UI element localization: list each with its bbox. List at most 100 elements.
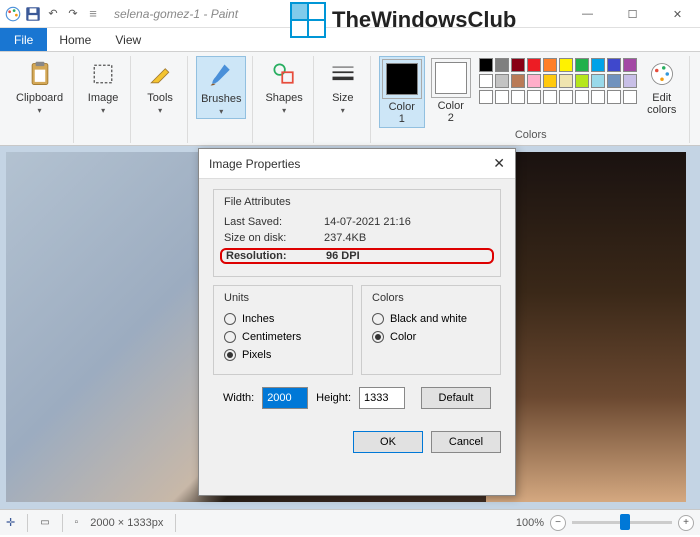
width-input[interactable]: 2000: [262, 387, 308, 409]
tools-button[interactable]: Tools ▾: [139, 56, 181, 117]
chevron-down-icon: ▾: [341, 106, 345, 115]
palette-swatch[interactable]: [591, 90, 605, 104]
last-saved-label: Last Saved:: [224, 216, 324, 228]
quick-access-toolbar: ↶ ↷ ≡: [0, 5, 106, 23]
dialog-close-button[interactable]: ✕: [493, 155, 505, 172]
palette-swatch[interactable]: [527, 90, 541, 104]
palette-swatch[interactable]: [607, 74, 621, 88]
color1-button[interactable]: Color 1: [379, 56, 425, 128]
palette-swatch[interactable]: [543, 90, 557, 104]
ok-button[interactable]: OK: [353, 431, 423, 453]
canvas-dimensions: 2000 × 1333px: [90, 517, 163, 529]
palette-swatch[interactable]: [511, 90, 525, 104]
palette-swatch[interactable]: [607, 58, 621, 72]
units-pixels-radio[interactable]: Pixels: [224, 346, 342, 364]
palette-swatch[interactable]: [479, 90, 493, 104]
palette-swatch[interactable]: [543, 58, 557, 72]
ribbon: Clipboard ▾ Image ▾ Tools ▾ Brushes: [0, 52, 700, 146]
edit-colors-button[interactable]: Edit colors: [641, 56, 683, 118]
file-menu[interactable]: File: [0, 28, 47, 51]
palette-swatch[interactable]: [559, 74, 573, 88]
zoom-slider[interactable]: [572, 521, 672, 524]
file-attributes-group: File Attributes Last Saved: 14-07-2021 2…: [213, 189, 501, 277]
size-on-disk-label: Size on disk:: [224, 232, 324, 244]
palette-swatch[interactable]: [623, 74, 637, 88]
save-icon[interactable]: [24, 5, 42, 23]
palette-swatch[interactable]: [495, 58, 509, 72]
chevron-down-icon: ▾: [101, 106, 105, 115]
size-icon: [327, 58, 359, 90]
window-title: selena-gomez-1 - Paint: [106, 7, 238, 21]
maximize-button[interactable]: ☐: [610, 0, 655, 28]
palette-swatch[interactable]: [495, 90, 509, 104]
palette-swatch[interactable]: [607, 90, 621, 104]
color-bw-radio[interactable]: Black and white: [372, 310, 490, 328]
size-button[interactable]: Size ▾: [322, 56, 364, 117]
palette-swatch[interactable]: [511, 74, 525, 88]
chevron-down-icon: ▾: [38, 106, 42, 115]
palette-swatch[interactable]: [575, 74, 589, 88]
home-tab[interactable]: Home: [47, 28, 103, 51]
color-color-radio[interactable]: Color: [372, 328, 490, 346]
shapes-button[interactable]: Shapes ▾: [261, 56, 306, 117]
palette-swatch[interactable]: [543, 74, 557, 88]
palette-swatch[interactable]: [479, 74, 493, 88]
palette-swatch[interactable]: [511, 58, 525, 72]
edit-colors-icon: [646, 58, 678, 90]
zoom-in-button[interactable]: +: [678, 515, 694, 531]
status-bar: ✛ ▭ ▫ 2000 × 1333px 100% − +: [0, 509, 700, 535]
watermark-logo-icon: [290, 2, 326, 38]
units-centimeters-radio[interactable]: Centimeters: [224, 328, 342, 346]
height-input[interactable]: 1333: [359, 387, 405, 409]
clipboard-button[interactable]: Clipboard ▾: [12, 56, 67, 117]
units-group: Units Inches Centimeters Pixels: [213, 285, 353, 375]
view-tab[interactable]: View: [103, 28, 153, 51]
brushes-button[interactable]: Brushes ▾: [196, 56, 246, 119]
canvas-size-icon: ▫: [75, 517, 79, 528]
select-icon: [87, 58, 119, 90]
palette-swatch[interactable]: [479, 58, 493, 72]
image-properties-dialog: Image Properties ✕ File Attributes Last …: [198, 148, 516, 496]
qat-dropdown-icon[interactable]: ≡: [84, 5, 102, 23]
palette-swatch[interactable]: [495, 74, 509, 88]
size-on-disk-value: 237.4KB: [324, 232, 490, 244]
undo-icon[interactable]: ↶: [44, 5, 62, 23]
redo-icon[interactable]: ↷: [64, 5, 82, 23]
image-button[interactable]: Image ▾: [82, 56, 124, 117]
close-button[interactable]: ✕: [655, 0, 700, 28]
cancel-button[interactable]: Cancel: [431, 431, 501, 453]
colors-group: Colors Black and white Color: [361, 285, 501, 375]
chevron-down-icon: ▾: [282, 106, 286, 115]
palette-swatch[interactable]: [591, 58, 605, 72]
colors-label: Colors: [372, 292, 490, 304]
color2-button[interactable]: Color 2: [427, 56, 475, 126]
brush-icon: [205, 59, 237, 91]
pencil-icon: [144, 58, 176, 90]
palette-swatch[interactable]: [527, 74, 541, 88]
colors-group-label: Colors: [515, 129, 547, 143]
palette-swatch[interactable]: [623, 90, 637, 104]
units-inches-radio[interactable]: Inches: [224, 310, 342, 328]
palette-swatch[interactable]: [623, 58, 637, 72]
units-label: Units: [224, 292, 342, 304]
dialog-title: Image Properties: [209, 157, 300, 171]
watermark-text: TheWindowsClub: [332, 7, 516, 33]
palette-swatch[interactable]: [559, 90, 573, 104]
default-button[interactable]: Default: [421, 387, 491, 409]
last-saved-value: 14-07-2021 21:16: [324, 216, 490, 228]
chevron-down-icon: ▾: [219, 107, 223, 116]
resolution-highlight: Resolution: 96 DPI: [220, 248, 494, 264]
palette-swatch[interactable]: [575, 90, 589, 104]
clipboard-icon: [24, 58, 56, 90]
zoom-out-button[interactable]: −: [550, 515, 566, 531]
color-palette[interactable]: [477, 56, 639, 106]
palette-swatch[interactable]: [527, 58, 541, 72]
width-label: Width:: [223, 392, 254, 404]
palette-swatch[interactable]: [575, 58, 589, 72]
resolution-value: 96 DPI: [326, 250, 488, 262]
resolution-label: Resolution:: [226, 250, 326, 262]
palette-swatch[interactable]: [559, 58, 573, 72]
watermark: TheWindowsClub: [290, 2, 516, 38]
palette-swatch[interactable]: [591, 74, 605, 88]
minimize-button[interactable]: —: [565, 0, 610, 28]
